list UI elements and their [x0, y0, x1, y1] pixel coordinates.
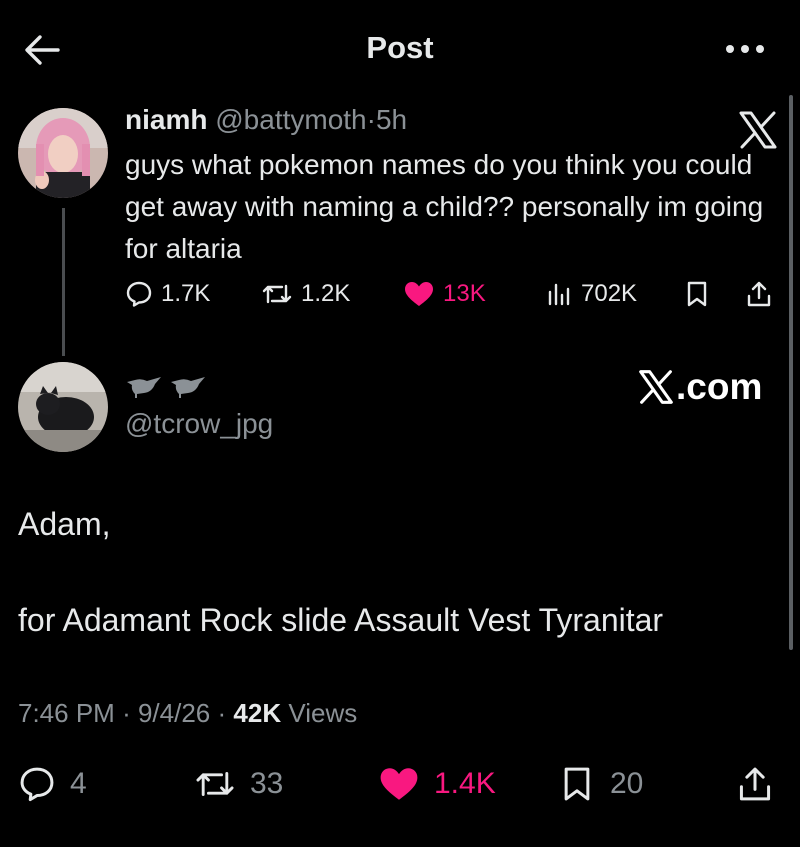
repost-count: 1.2K	[301, 280, 351, 307]
display-name-crows[interactable]	[125, 368, 215, 404]
repost-button[interactable]: 33	[194, 762, 283, 806]
share-icon	[747, 281, 771, 307]
more-button[interactable]	[722, 35, 768, 63]
repost-icon	[196, 772, 234, 796]
more-icon	[726, 45, 764, 53]
quoted-share-button[interactable]	[745, 276, 773, 312]
separator: ·	[122, 698, 131, 728]
x-com-label: .com	[676, 366, 763, 407]
like-count: 13K	[443, 280, 486, 307]
views-count: 702K	[581, 280, 638, 307]
quoted-views-button[interactable]: 702K	[545, 276, 637, 312]
bookmark-button[interactable]: 20	[558, 762, 643, 806]
heart-icon	[405, 282, 433, 306]
quoted-bookmark-button[interactable]	[683, 276, 711, 312]
author-handle[interactable]: @tcrow_jpg	[125, 408, 273, 440]
reply-button[interactable]: 4	[18, 762, 87, 806]
x-com-watermark: .com	[638, 366, 762, 408]
post-actions: 4 33 1.4K 20	[18, 762, 788, 806]
quoted-header: niamh @battymoth·5h	[125, 104, 407, 136]
avatar-tcrow[interactable]	[18, 362, 108, 452]
quoted-like-button[interactable]: 13K	[403, 276, 486, 312]
avatar-niamh[interactable]	[18, 108, 108, 198]
avatar-image	[18, 362, 108, 452]
reply-count: 1.7K	[161, 280, 211, 307]
thread-line	[62, 208, 65, 356]
post-text-line1: Adam,	[18, 506, 111, 542]
quoted-reply-button[interactable]: 1.7K	[125, 276, 210, 312]
x-logo-icon	[639, 370, 673, 404]
repost-icon	[262, 284, 292, 304]
page-title: Post	[366, 30, 434, 65]
separator: ·	[366, 104, 376, 135]
quoted-text: guys what pokemon names do you think you…	[125, 149, 764, 264]
bookmark-count: 20	[610, 767, 644, 800]
views-icon	[548, 283, 570, 306]
crow-icon	[127, 377, 205, 398]
views-label: Views	[288, 698, 358, 728]
share-icon	[739, 767, 771, 801]
reply-icon	[20, 767, 54, 802]
avatar-image	[18, 108, 108, 198]
reply-count: 4	[70, 767, 87, 800]
author-handle[interactable]: @battymoth	[215, 104, 366, 135]
heart-icon	[380, 768, 418, 800]
post-time[interactable]: 7:46 PM	[18, 698, 115, 728]
share-button[interactable]	[736, 762, 774, 806]
quoted-repost-button[interactable]: 1.2K	[261, 276, 350, 312]
reply-icon	[126, 281, 152, 307]
post-age: 5h	[375, 104, 408, 135]
like-count: 1.4K	[434, 767, 496, 800]
author-name[interactable]: niamh	[125, 104, 207, 135]
separator: ·	[217, 698, 227, 728]
post-date[interactable]: 9/4/26	[138, 698, 210, 728]
repost-count: 33	[250, 767, 284, 800]
post-text-line2: for Adamant Rock slide Assault Vest Tyra…	[18, 602, 664, 638]
bookmark-icon	[564, 767, 590, 801]
bookmark-icon	[687, 281, 707, 307]
like-button[interactable]: 1.4K	[378, 762, 496, 806]
quoted-actions: 1.7K 1.2K 13K 702K	[125, 276, 785, 312]
post-meta: 7:46 PM · 9/4/26 · 42K Views	[18, 698, 357, 729]
views-count[interactable]: 42K	[233, 698, 281, 728]
